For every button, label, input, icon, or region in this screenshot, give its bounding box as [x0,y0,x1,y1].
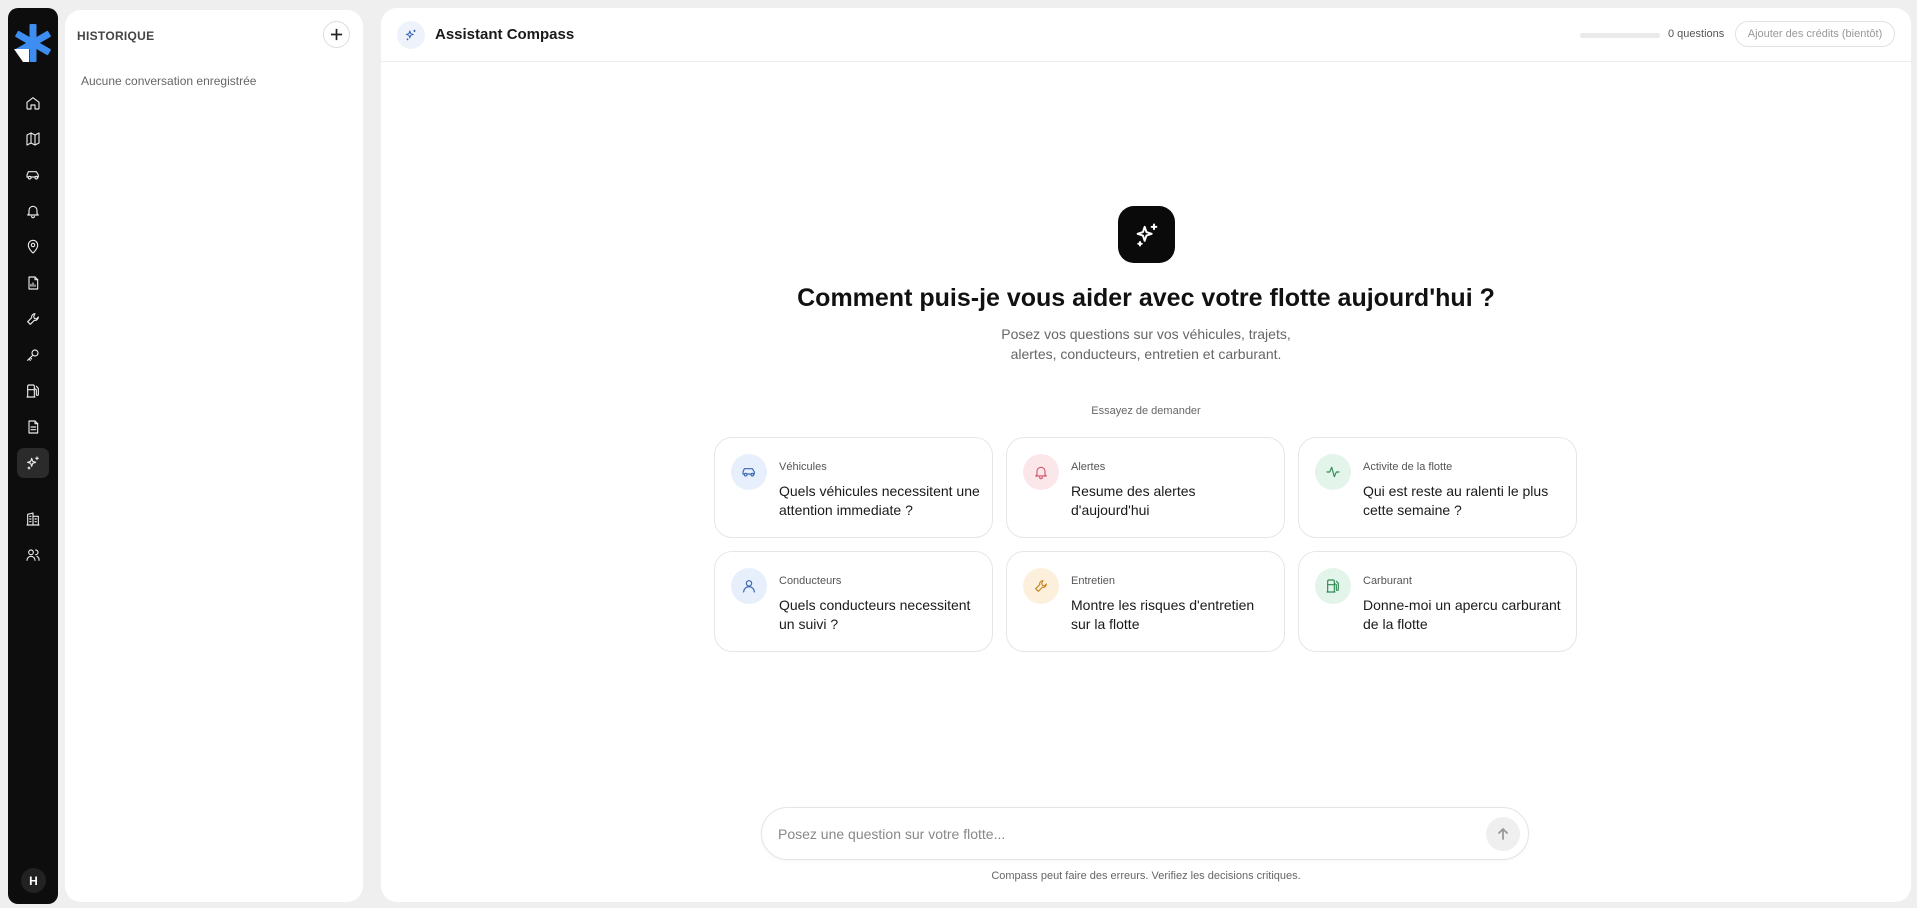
suggestion-card-entretien[interactable]: Entretien Montre les risques d'entretien… [1006,551,1285,652]
activity-icon [1326,466,1340,478]
suggestion-icon-wrap [1315,454,1351,490]
key-icon [27,349,39,361]
nav-map[interactable] [17,124,49,154]
nav-home[interactable] [17,88,49,118]
assistant-header: Assistant Compass 0 questions Ajouter de… [381,8,1911,62]
hero-title: Comment puis-je vous aider avec votre fl… [797,284,1495,312]
suggestion-icon-wrap [1023,454,1059,490]
suggestion-category: Conducteurs [779,575,842,587]
user-avatar[interactable]: H [21,868,46,893]
car-icon [742,468,755,477]
history-title: HISTORIQUE [77,29,155,43]
sparkles-icon [1136,223,1157,246]
suggestion-icon-wrap [1023,568,1059,604]
nav-alerts[interactable] [17,196,49,226]
nav-organization[interactable] [17,504,49,534]
suggestion-category: Activite de la flotte [1363,461,1453,473]
nav-assistant[interactable] [17,448,49,478]
suggestion-question: Qui est reste au ralenti le plus cette s… [1363,483,1549,518]
assistant-brand-icon-wrap [397,21,425,49]
nav-documents[interactable] [17,412,49,442]
hero-subtitle: Posez vos questions sur vos véhicules, t… [381,324,1911,364]
suggestion-question: Montre les risques d'entretien sur la fl… [1071,597,1255,632]
suggestion-card-carburant[interactable]: Carburant Donne-moi un apercu carburant … [1298,551,1577,652]
hero-sparkles-badge [1118,206,1175,263]
nav-vehicles[interactable] [17,160,49,190]
suggestion-card-activite[interactable]: Activite de la flotte Qui est reste au r… [1298,437,1577,538]
chat-input[interactable] [778,822,1468,846]
suggestion-card-conducteurs[interactable]: Conducteurs Quels conducteurs necessiten… [714,551,993,652]
fuel-icon [1326,579,1339,593]
suggestion-question: Donne-moi un apercu carburant de la flot… [1363,597,1561,632]
suggestion-question: Quels conducteurs necessitent un suivi ? [779,597,971,632]
assistant-main: Assistant Compass 0 questions Ajouter de… [381,8,1911,902]
users-icon [26,549,40,561]
disclaimer-text: Compass peut faire des erreurs. Verifiez… [991,870,1301,882]
history-empty-text: Aucune conversation enregistrée [81,74,257,88]
suggestion-category: Carburant [1363,575,1412,587]
report-icon [28,276,39,290]
send-button[interactable] [1486,817,1520,851]
suggestion-category: Véhicules [779,461,827,473]
building-icon [26,512,40,526]
add-credits-button[interactable]: Ajouter des crédits (bientôt) [1735,21,1895,47]
quota-progress [1580,33,1660,38]
wrench-icon [27,313,39,325]
hero-subtitle-line: Posez vos questions sur vos véhicules, t… [1001,326,1291,342]
suggestion-question: Resume des alertes d'aujourd'hui [1071,483,1196,518]
bell-icon [1035,466,1047,480]
nav-fuel[interactable] [17,376,49,406]
suggestion-icon-wrap [731,568,767,604]
map-pin-icon [27,239,39,254]
compass-logo[interactable] [12,22,54,64]
questions-count: 0 questions [1668,28,1725,40]
home-icon [26,97,40,110]
sidebar-rail: H [8,8,58,904]
plus-icon [330,28,343,41]
chat-composer [761,807,1529,860]
suggestion-card-vehicules[interactable]: Véhicules Quels véhicules necessitent un… [714,437,993,538]
hero-subtitle-line: alertes, conducteurs, entretien et carbu… [1010,346,1282,362]
user-icon [743,580,755,593]
sparkles-icon [27,456,39,470]
bell-icon [27,205,39,219]
suggestion-icon-wrap [1315,568,1351,604]
wrench-icon [1035,580,1047,592]
nav-maintenance[interactable] [17,304,49,334]
nav-locations[interactable] [17,232,49,262]
suggestions-label: Essayez de demander [1091,405,1201,417]
arrow-up-icon [1498,828,1508,840]
suggestion-category: Alertes [1071,461,1106,473]
suggestion-grid: Véhicules Quels véhicules necessitent un… [714,437,1578,665]
suggestion-icon-wrap [731,454,767,490]
suggestion-card-alertes[interactable]: Alertes Resume des alertes d'aujourd'hui [1006,437,1285,538]
map-icon [26,132,40,146]
suggestion-question: Quels véhicules necessitent une attentio… [779,483,980,518]
document-icon [28,420,39,434]
page-title: Assistant Compass [435,26,575,43]
nav-users[interactable] [17,540,49,570]
car-icon [26,171,39,180]
nav-reports[interactable] [17,268,49,298]
sparkles-icon [405,29,416,41]
history-panel: HISTORIQUE Aucune conversation enregistr… [65,10,363,902]
suggestion-category: Entretien [1071,575,1116,587]
new-conversation-button[interactable] [323,21,350,48]
fuel-icon [26,384,39,398]
nav-keys[interactable] [17,340,49,370]
